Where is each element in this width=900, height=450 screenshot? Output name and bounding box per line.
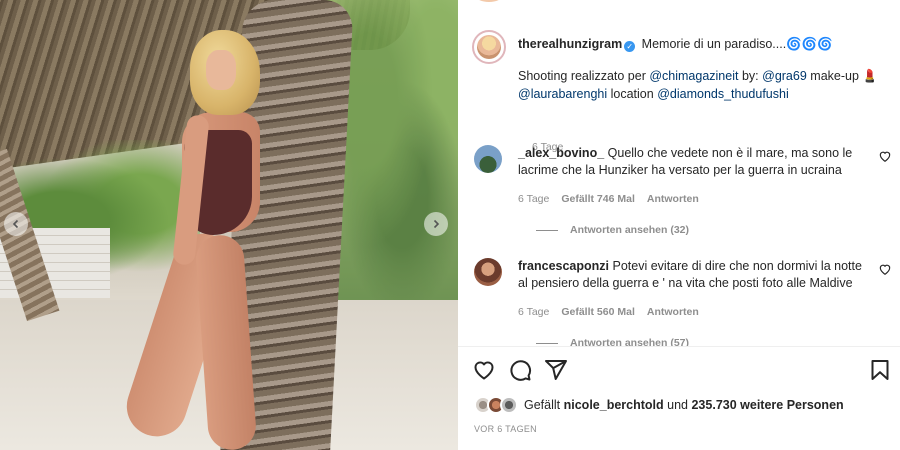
- comment-heart-icon[interactable]: [878, 149, 892, 163]
- send-icon[interactable]: [544, 358, 568, 382]
- caption-body: Shooting realizzato per @chimagazineit b…: [518, 67, 898, 103]
- commenter-avatar[interactable]: [474, 145, 502, 173]
- author-username[interactable]: therealhunzigram: [518, 37, 622, 51]
- action-bar: [472, 358, 892, 384]
- caption-title: Memorie di un paradiso....: [641, 37, 787, 51]
- mention-location-link[interactable]: @diamonds_thudufushi: [657, 87, 789, 101]
- commenter-username[interactable]: _alex_bovino_: [518, 146, 604, 160]
- likes-summary: Gefällt nicole_berchtold und 235.730 wei…: [474, 395, 894, 415]
- comment-text: francescaponzi Potevi evitare di dire ch…: [518, 258, 866, 292]
- location-label: location: [610, 87, 654, 101]
- commenter-avatar[interactable]: [474, 258, 502, 286]
- likes-joiner: und: [667, 398, 688, 412]
- makeup-label: make-up: [810, 69, 859, 83]
- caption-prefix: Shooting realizzato per: [518, 69, 646, 83]
- comment-text: _alex_bovino_ Quello che vedete non è il…: [518, 145, 866, 179]
- comments-scroll-area[interactable]: therealhunzigram ✓ Memorie di un paradiso…: [458, 0, 900, 346]
- avatar[interactable]: [500, 396, 518, 414]
- post-side-panel: therealhunzigram ✓ Memorie di un paradiso…: [458, 0, 900, 450]
- liker-username[interactable]: nicole_berchtold: [564, 398, 664, 412]
- heart-icon[interactable]: [472, 358, 496, 382]
- view-replies-label: Antworten ansehen (32): [570, 224, 690, 236]
- bookmark-icon[interactable]: [868, 358, 892, 382]
- makeup-emoji: 💄: [862, 69, 878, 83]
- by-label: by:: [741, 69, 759, 83]
- liker-avatars: [474, 396, 524, 414]
- caption-emoji: 🌀🌀🌀: [786, 37, 833, 51]
- comment-meta: 6 Tage Gefällt 560 Mal Antworten: [518, 306, 699, 318]
- comment-heart-icon[interactable]: [878, 262, 892, 276]
- comment-like-count[interactable]: Gefällt 746 Mal: [561, 193, 635, 205]
- replies-line: [536, 342, 558, 344]
- model-figure: [119, 20, 270, 450]
- comment-like-count[interactable]: Gefällt 560 Mal: [561, 306, 635, 318]
- author-avatar[interactable]: [472, 30, 506, 64]
- comment-icon[interactable]: [508, 358, 532, 382]
- likes-others-link[interactable]: 235.730 weitere Personen: [691, 398, 843, 412]
- commenter-username[interactable]: francescaponzi: [518, 259, 609, 273]
- leg: [194, 233, 258, 450]
- comment-meta: 6 Tage Gefällt 746 Mal Antworten: [518, 193, 699, 205]
- likes-prefix: Gefällt: [524, 398, 561, 412]
- mention-photographer-link[interactable]: @gra69: [762, 69, 807, 83]
- mention-makeup-link[interactable]: @laurabarenghi: [518, 87, 607, 101]
- post-photo[interactable]: [0, 0, 458, 450]
- comment-timestamp: 6 Tage: [518, 193, 550, 205]
- view-replies-button[interactable]: Antworten ansehen (57): [536, 337, 689, 346]
- view-replies-label: Antworten ansehen (57): [570, 337, 690, 346]
- post-timestamp: VOR 6 TAGEN: [474, 424, 537, 434]
- caption-text: therealhunzigram ✓ Memorie di un paradiso…: [518, 35, 898, 103]
- divider: [458, 346, 900, 347]
- reply-button[interactable]: Antworten: [647, 306, 699, 318]
- chevron-right-icon[interactable]: [424, 212, 448, 236]
- reply-button[interactable]: Antworten: [647, 193, 699, 205]
- face: [206, 50, 236, 90]
- replies-line: [536, 229, 558, 231]
- verified-badge-icon: ✓: [624, 41, 636, 52]
- view-replies-button[interactable]: Antworten ansehen (32): [536, 224, 689, 236]
- chevron-left-icon[interactable]: [4, 212, 28, 236]
- comment-timestamp: 6 Tage: [518, 306, 550, 318]
- mention-magazine-link[interactable]: @chimagazineit: [649, 69, 738, 83]
